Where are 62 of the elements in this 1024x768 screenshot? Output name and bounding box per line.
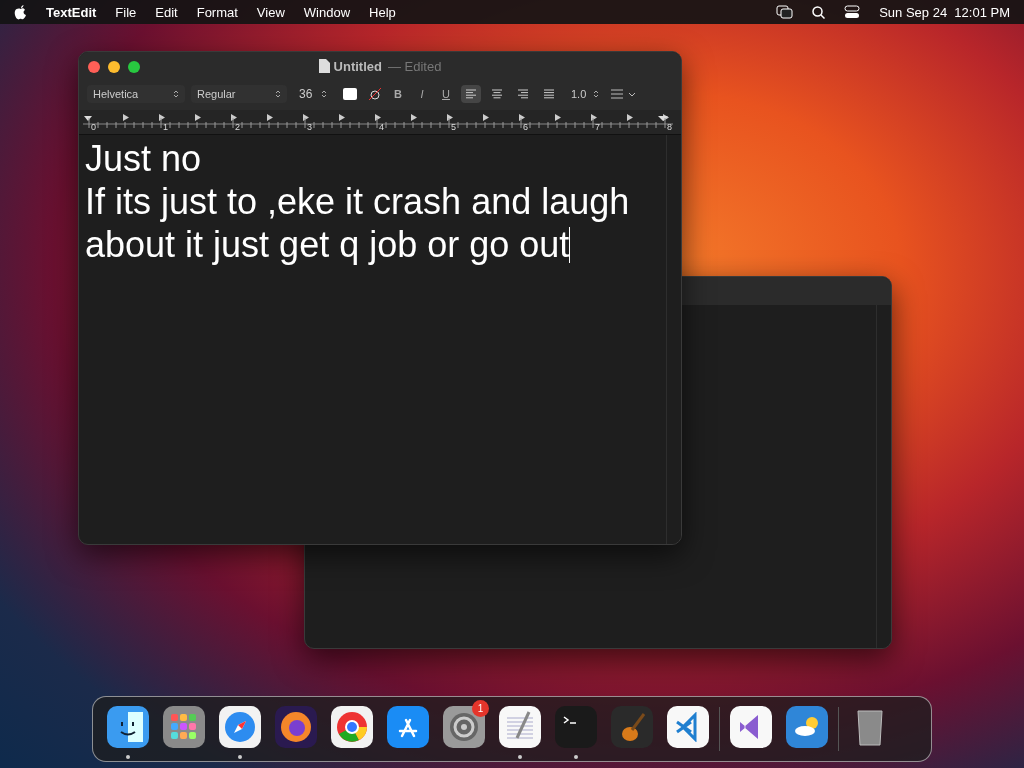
finder-face-icon[interactable] xyxy=(107,706,149,748)
chevron-updown-icon xyxy=(321,89,327,99)
alignment-button[interactable] xyxy=(461,85,481,103)
zoom-button[interactable] xyxy=(128,61,140,73)
text-style-button[interactable]: U xyxy=(437,85,455,103)
ruler-number: 6 xyxy=(523,122,528,132)
edited-status: — Edited xyxy=(387,58,442,74)
align-lines-icon xyxy=(466,89,476,99)
document-icon xyxy=(318,59,330,73)
overlapping-windows-icon[interactable] xyxy=(776,5,794,19)
ruler-number: 8 xyxy=(667,122,672,132)
ruler-number: 1 xyxy=(163,122,168,132)
ruler-number: 0 xyxy=(91,122,96,132)
ruler-number: 3 xyxy=(307,122,312,132)
close-button[interactable] xyxy=(88,61,100,73)
menu-item[interactable]: Edit xyxy=(155,4,178,20)
menu-item[interactable]: File xyxy=(115,4,137,20)
align-lines-icon xyxy=(544,89,554,99)
align-lines-icon xyxy=(492,89,502,99)
text-cursor xyxy=(569,227,571,263)
chevron-updown-icon xyxy=(275,89,281,99)
font-family-popup[interactable]: Helvetica xyxy=(87,85,185,103)
text-color-swatch[interactable] xyxy=(343,88,357,100)
ruler-number: 2 xyxy=(235,122,240,132)
menu-clock[interactable]: Sun Sep 24 12:01 PM xyxy=(879,4,1010,20)
chevron-updown-icon xyxy=(593,89,599,99)
menu-item[interactable]: Help xyxy=(369,4,396,20)
menu-item[interactable]: Window xyxy=(303,4,351,20)
guitar-icon[interactable] xyxy=(611,706,653,748)
document-line: Just no xyxy=(85,137,203,180)
minimize-button[interactable] xyxy=(108,61,120,73)
toggle-switches-icon[interactable] xyxy=(844,5,861,19)
app-store-icon[interactable] xyxy=(387,706,429,748)
ruler-number: 4 xyxy=(379,122,384,132)
menu-item[interactable]: View xyxy=(256,4,285,20)
text-style-button[interactable]: B xyxy=(389,85,407,103)
font-style-popup[interactable]: Regular xyxy=(191,85,287,103)
apple-logo-icon[interactable] xyxy=(14,4,27,20)
line-spacing-popup[interactable]: 1.0 xyxy=(565,85,605,103)
text-style-button[interactable]: I xyxy=(413,85,431,103)
notepad-pen-icon[interactable] xyxy=(499,706,541,748)
app-menu[interactable]: TextEdit xyxy=(46,4,97,20)
document-line: about it just get q job or go out xyxy=(85,223,572,266)
notification-badge: 1 xyxy=(472,700,489,717)
app-grid-icon[interactable] xyxy=(163,706,205,748)
font-size-popup[interactable]: 36 xyxy=(293,85,333,103)
dock-item[interactable]: 1 xyxy=(439,700,489,762)
align-lines-icon xyxy=(518,89,528,99)
window-title: Untitled xyxy=(333,58,382,74)
compass-icon[interactable] xyxy=(219,706,261,748)
list-bullets-icon[interactable] xyxy=(611,89,637,99)
chevron-updown-icon xyxy=(173,89,179,99)
highlight-color-icon[interactable] xyxy=(367,87,383,101)
document-text-area[interactable]: Just no If its just to ,eke it crash and laugh about it just get q job or go out xyxy=(79,135,666,544)
document-line: If its just to ,eke it crash and laugh xyxy=(85,180,631,223)
cloud-sun-icon[interactable] xyxy=(786,706,828,748)
code-editor-icon[interactable] xyxy=(667,706,709,748)
menu-item[interactable]: Format xyxy=(196,4,238,20)
ruler-number: 7 xyxy=(595,122,600,132)
search-icon[interactable] xyxy=(812,5,826,19)
gear-icon[interactable] xyxy=(443,706,485,748)
ruler-number: 5 xyxy=(451,122,456,132)
